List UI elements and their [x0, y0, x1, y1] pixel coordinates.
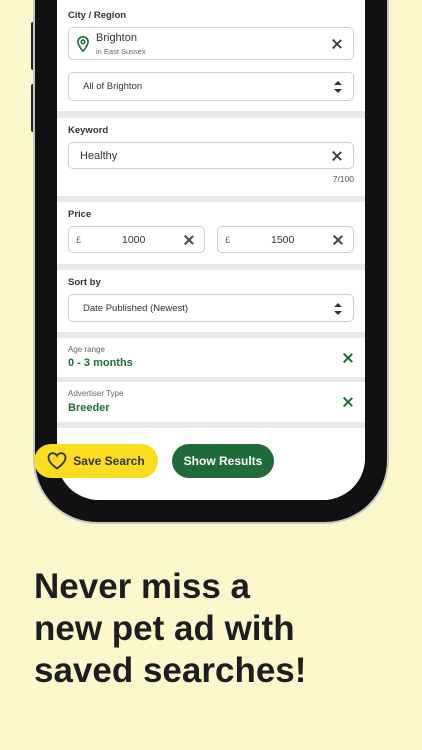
sort-select-value: Date Published (Newest)	[83, 303, 189, 314]
currency-symbol: £	[76, 235, 82, 245]
select-arrows-icon	[334, 81, 342, 93]
location-pin-icon	[77, 36, 89, 52]
phone-screen: City / Region Brighton in East Sussex Al…	[57, 0, 365, 500]
save-search-label: Save Search	[73, 454, 145, 468]
keyword-value: Healthy	[80, 150, 118, 162]
show-results-label: Show Results	[183, 454, 263, 468]
show-results-button[interactable]: Show Results	[172, 444, 274, 478]
remove-advertiser-filter-icon[interactable]	[343, 397, 353, 407]
city-field[interactable]: Brighton in East Sussex	[68, 27, 354, 60]
keyword-card: Keyword Healthy 7/100	[57, 118, 365, 196]
sort-select[interactable]: Date Published (Newest)	[68, 294, 354, 322]
location-card: City / Region Brighton in East Sussex Al…	[57, 0, 365, 111]
heart-icon	[47, 452, 67, 470]
currency-symbol: £	[225, 235, 231, 245]
sort-card: Sort by Date Published (Newest)	[57, 270, 365, 332]
keyword-input[interactable]: Healthy	[68, 142, 354, 169]
keyword-char-counter: 7/100	[332, 174, 354, 184]
city-county: in East Sussex	[96, 47, 146, 56]
location-section-label: City / Region	[68, 10, 127, 21]
sort-section-label: Sort by	[68, 277, 101, 288]
advertiser-type-value: Breeder	[68, 402, 110, 414]
keyword-section-label: Keyword	[68, 125, 109, 136]
price-min-value: 1000	[122, 234, 146, 246]
age-range-filter[interactable]: Age range 0 - 3 months	[57, 338, 365, 377]
price-card: Price £ 1000 £ 1500	[57, 202, 365, 264]
area-select-value: All of Brighton	[83, 81, 143, 92]
age-range-value: 0 - 3 months	[68, 357, 133, 369]
remove-age-filter-icon[interactable]	[343, 353, 353, 363]
save-search-button[interactable]: Save Search	[34, 444, 158, 478]
promo-tagline: Never miss a new pet ad with saved searc…	[34, 566, 394, 692]
advertiser-type-filter[interactable]: Advertiser Type Breeder	[57, 382, 365, 422]
clear-min-price-icon[interactable]	[184, 235, 194, 245]
tagline-line: Never miss a	[34, 567, 250, 606]
tagline-line: new pet ad with	[34, 609, 295, 648]
area-select[interactable]: All of Brighton	[68, 72, 354, 101]
clear-max-price-icon[interactable]	[333, 235, 343, 245]
advertiser-type-label: Advertiser Type	[68, 389, 124, 398]
city-name: Brighton	[96, 32, 137, 44]
age-range-label: Age range	[68, 345, 105, 354]
price-section-label: Price	[68, 209, 92, 220]
price-max-input[interactable]: £ 1500	[217, 226, 354, 253]
clear-keyword-icon[interactable]	[332, 151, 342, 161]
select-arrows-icon	[334, 303, 342, 315]
tagline-line: saved searches!	[34, 651, 307, 690]
price-min-input[interactable]: £ 1000	[68, 226, 205, 253]
clear-city-icon[interactable]	[332, 39, 342, 49]
price-max-value: 1500	[271, 234, 295, 246]
